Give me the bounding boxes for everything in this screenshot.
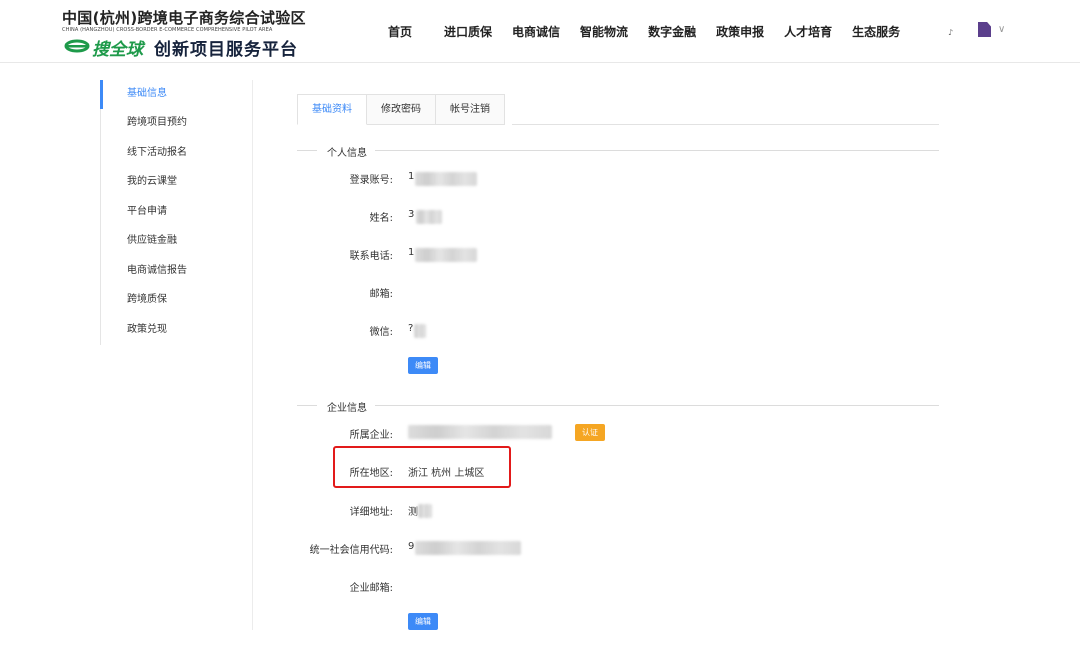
logo-english-subtitle: CHINA (HANGZHOU) CROSS-BORDER E-COMMERCE… xyxy=(62,27,273,33)
company-email-label: 企业邮箱: xyxy=(349,583,393,594)
wechat-label: 微信: xyxy=(369,327,393,338)
sidebar-item-supply-chain-finance[interactable]: 供应链金融 xyxy=(100,227,252,255)
main-nav: 首页 进口质保 电商诚信 智能物流 数字金融 政策申报 人才培育 生态服务 xyxy=(388,0,900,63)
nav-digital-finance[interactable]: 数字金融 xyxy=(648,23,696,40)
notification-icon[interactable]: ♪ xyxy=(948,28,953,37)
sidebar-item-cloud-classroom[interactable]: 我的云课堂 xyxy=(100,168,252,196)
redacted-value xyxy=(415,248,477,262)
phone-label: 联系电话: xyxy=(349,251,393,262)
chevron-down-icon[interactable]: ∨ xyxy=(998,24,1005,35)
sidebar-item-platform-apply[interactable]: 平台申请 xyxy=(100,198,252,226)
highlight-annotation-box xyxy=(333,446,511,488)
nav-smart-logistics[interactable]: 智能物流 xyxy=(580,23,628,40)
tabs-baseline xyxy=(512,124,939,125)
logo-title: 中国(杭州)跨境电子商务综合试验区 xyxy=(62,9,306,27)
address-value: 测 xyxy=(408,507,418,518)
nav-import-warranty[interactable]: 进口质保 xyxy=(444,23,492,40)
certified-badge[interactable]: 认证 xyxy=(575,424,605,441)
company-info-title: 企业信息 xyxy=(323,399,371,414)
brand-mark-icon xyxy=(64,39,90,53)
sidebar-item-cross-border-warranty[interactable]: 跨境质保 xyxy=(100,286,252,314)
phone-value: 1 xyxy=(408,247,415,258)
sidebar-item-offline-events[interactable]: 线下活动报名 xyxy=(100,139,252,167)
sidebar-item-credit-report[interactable]: 电商诚信报告 xyxy=(100,257,252,285)
nav-talent[interactable]: 人才培育 xyxy=(784,23,832,40)
sidebar-item-project-booking[interactable]: 跨境项目预约 xyxy=(100,109,252,137)
sidebar-item-basic-info[interactable]: 基础信息 xyxy=(100,80,252,108)
redacted-value xyxy=(414,324,426,338)
section-divider xyxy=(297,150,317,151)
address-label: 详细地址: xyxy=(349,507,393,518)
wechat-value: ? xyxy=(408,323,414,334)
login-account-label: 登录账号: xyxy=(349,175,393,186)
top-header: 中国(杭州)跨境电子商务综合试验区 CHINA (HANGZHOU) CROSS… xyxy=(0,0,1080,63)
tab-basic-profile[interactable]: 基础资料 xyxy=(297,94,367,125)
tab-account-cancel[interactable]: 帐号注销 xyxy=(436,94,505,125)
nav-ecommerce-credit[interactable]: 电商诚信 xyxy=(512,23,560,40)
sidebar-item-policy-cashing[interactable]: 政策兑现 xyxy=(100,316,252,344)
site-logo[interactable]: 中国(杭州)跨境电子商务综合试验区 CHINA (HANGZHOU) CROSS… xyxy=(62,7,312,60)
login-account-value: 1 xyxy=(408,171,415,182)
tab-change-password[interactable]: 修改密码 xyxy=(367,94,436,125)
name-value: 3 xyxy=(408,209,415,220)
user-avatar[interactable] xyxy=(978,22,991,37)
nav-policy-apply[interactable]: 政策申报 xyxy=(716,23,764,40)
redacted-value xyxy=(408,425,552,439)
redacted-value xyxy=(416,210,442,224)
logo-brand: 搜全球 xyxy=(92,40,143,60)
credit-code-label: 统一社会信用代码: xyxy=(309,545,393,556)
profile-tabs: 基础资料 修改密码 帐号注销 xyxy=(297,94,505,125)
credit-code-value: 9 xyxy=(408,541,415,552)
email-label: 邮箱: xyxy=(369,289,393,300)
section-divider xyxy=(375,150,939,151)
section-divider xyxy=(375,405,939,406)
redacted-value xyxy=(418,504,432,518)
redacted-value xyxy=(415,541,521,555)
redacted-value xyxy=(415,172,477,186)
section-divider xyxy=(297,405,317,406)
name-label: 姓名: xyxy=(369,213,393,224)
nav-ecosystem[interactable]: 生态服务 xyxy=(852,23,900,40)
company-name-label: 所属企业: xyxy=(349,430,393,441)
edit-personal-button[interactable]: 编辑 xyxy=(408,357,438,374)
logo-platform-name: 创新项目服务平台 xyxy=(154,40,298,60)
sidebar: 基础信息 跨境项目预约 线下活动报名 我的云课堂 平台申请 供应链金融 电商诚信… xyxy=(100,80,253,630)
nav-home[interactable]: 首页 xyxy=(388,23,412,40)
edit-company-button[interactable]: 编辑 xyxy=(408,613,438,630)
personal-info-title: 个人信息 xyxy=(323,144,371,159)
